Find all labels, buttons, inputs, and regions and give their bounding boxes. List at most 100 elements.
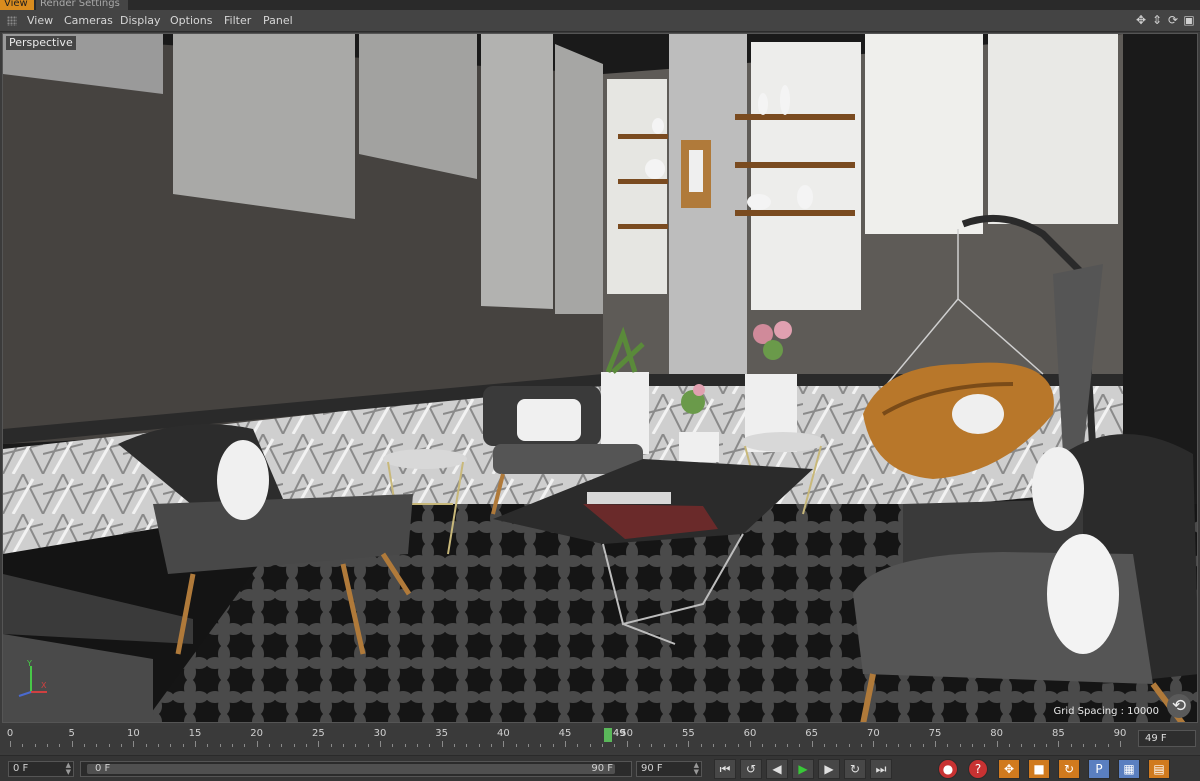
timeline-tick: [491, 744, 492, 747]
timeline-tick: [1033, 744, 1035, 747]
timeline-tick: [417, 744, 418, 747]
current-frame-field[interactable]: 49 F: [1138, 730, 1196, 747]
next-frame-icon[interactable]: ▶: [818, 759, 840, 779]
timeline-tick-label: 55: [681, 728, 695, 739]
timeline-tick: [441, 741, 443, 747]
timeline-tick-label: 10: [126, 728, 140, 739]
grid-spacing-readout: Grid Spacing : 10000: [1053, 706, 1160, 717]
viewport-rotate-icon[interactable]: ⟲: [1167, 694, 1191, 718]
filmstrip-icon[interactable]: ▤: [1148, 759, 1170, 779]
timeline-tick: [700, 744, 702, 747]
frame-range-slider[interactable]: 0 F 90 F: [80, 761, 632, 777]
timeline-tick: [996, 741, 998, 747]
tab-view[interactable]: View: [0, 0, 34, 10]
timeline-tick: [577, 744, 579, 747]
menu-cameras[interactable]: Cameras: [64, 14, 113, 28]
timeline-tick-label: 25: [311, 728, 325, 739]
menu-filter[interactable]: Filter: [224, 14, 251, 28]
timeline-tick-label: 30: [373, 728, 387, 739]
tab-render-settings[interactable]: Render Settings: [36, 0, 128, 10]
timeline-tick: [848, 744, 850, 747]
scale-key-icon[interactable]: ■: [1028, 759, 1050, 779]
start-frame-field[interactable]: 0 F ▲ ▼: [8, 761, 74, 777]
timeline-tick-label: 5: [68, 728, 75, 739]
timeline-tick: [651, 744, 653, 747]
range-end-value: 90 F: [591, 763, 613, 774]
timeline-tick: [34, 744, 36, 747]
timeline-tick: [429, 744, 431, 747]
stepper-icon[interactable]: ▲ ▼: [66, 762, 71, 776]
timeline-tick: [910, 744, 912, 747]
transport-bar: 0 F ▲ ▼ 0 F 90 F 90 F ▲ ▼ ⏮ ↺ ◀ ▶ ▶ ↻ ⏭ ●? ✥ ■ ↻ P ▦ ▤: [0, 755, 1200, 781]
timeline-tick: [663, 744, 665, 747]
timeline-tick: [256, 741, 258, 747]
menu-panel[interactable]: Panel: [263, 14, 293, 28]
timeline-tick: [750, 741, 751, 747]
timeline-tick-label: 65: [805, 728, 819, 739]
perspective-viewport[interactable]: Perspective Grid Spacing : 10000 ⟲ Y X: [2, 33, 1198, 723]
stepper-icon[interactable]: ▲ ▼: [694, 762, 699, 776]
prev-key-icon[interactable]: ↺: [740, 759, 762, 779]
axis-x-label: X: [41, 681, 47, 690]
timeline-tick: [306, 744, 307, 747]
timeline-tick: [565, 741, 566, 747]
timeline-tick: [1046, 744, 1047, 747]
go-to-start-icon[interactable]: ⏮: [714, 759, 736, 779]
menu-view[interactable]: View: [27, 14, 53, 28]
timeline-tick-label: 0: [6, 728, 14, 739]
timeline-tick-label: 85: [1051, 728, 1065, 739]
range-bar[interactable]: [87, 764, 615, 774]
timeline-tick: [269, 744, 270, 747]
rotate-icon[interactable]: ⟳: [1166, 13, 1180, 27]
timeline-tick: [725, 744, 727, 747]
timeline-tick: [281, 744, 283, 747]
timeline-tick: [626, 741, 628, 747]
start-frame-value: 0 F: [13, 763, 29, 774]
parameter-key-icon[interactable]: P: [1088, 759, 1110, 779]
position-key-icon[interactable]: ✥: [998, 759, 1020, 779]
timeline-tick-label: 45: [558, 728, 572, 739]
menu-options[interactable]: Options: [170, 14, 212, 28]
autokey-icon[interactable]: ?: [968, 759, 988, 779]
record-icon[interactable]: ●: [938, 759, 958, 779]
timeline-tick: [737, 744, 739, 747]
viewport-camera-label[interactable]: Perspective: [6, 36, 76, 50]
timeline-tick: [195, 741, 196, 747]
dolly-icon[interactable]: ⇕: [1150, 13, 1164, 27]
timeline-tick: [861, 744, 862, 747]
timeline-tick: [1058, 741, 1060, 747]
timeline-tick: [108, 744, 110, 747]
rendered-scene: [3, 34, 1197, 722]
maximize-icon[interactable]: ▣: [1182, 13, 1196, 27]
timeline-tick: [1070, 744, 1072, 747]
go-to-end-icon[interactable]: ⏭: [870, 759, 892, 779]
timeline-tick: [158, 744, 159, 747]
timeline-tick: [318, 741, 320, 747]
timeline[interactable]: 0 5 10 15 20 25 30 35 40 45 50 55 60 65 70 75 80 85 90 49 4…: [0, 726, 1200, 753]
timeline-tick: [935, 741, 936, 747]
viewport-navigation: ✥ ⇕ ⟳ ▣: [1134, 13, 1196, 29]
end-frame-field[interactable]: 90 F ▲ ▼: [636, 761, 702, 777]
timeline-playhead[interactable]: [603, 728, 612, 742]
range-start-value: 0 F: [95, 763, 111, 774]
timeline-tick: [528, 744, 529, 747]
timeline-tick: [1009, 744, 1010, 747]
timeline-tick: [1095, 744, 1097, 747]
timeline-tick-label: 80: [990, 728, 1004, 739]
next-key-icon[interactable]: ↻: [844, 759, 866, 779]
rotation-key-icon[interactable]: ↻: [1058, 759, 1080, 779]
timeline-tick-label: 20: [250, 728, 264, 739]
timeline-tick: [947, 744, 949, 747]
play-icon[interactable]: ▶: [792, 759, 814, 779]
menu-display[interactable]: Display: [120, 14, 161, 28]
timeline-tick: [799, 744, 801, 747]
prev-frame-icon[interactable]: ◀: [766, 759, 788, 779]
timeline-tick: [972, 744, 973, 747]
move-icon[interactable]: ✥: [1134, 13, 1148, 27]
timeline-tick: [355, 744, 357, 747]
timeline-tick: [330, 744, 332, 747]
timeline-tick: [133, 741, 135, 747]
pla-key-icon[interactable]: ▦: [1118, 759, 1140, 779]
timeline-ruler[interactable]: 0 5 10 15 20 25 30 35 40 45 50 55 60 65 70 75 80 85 90 49: [6, 726, 1130, 753]
panel-grip-icon[interactable]: [7, 16, 17, 26]
